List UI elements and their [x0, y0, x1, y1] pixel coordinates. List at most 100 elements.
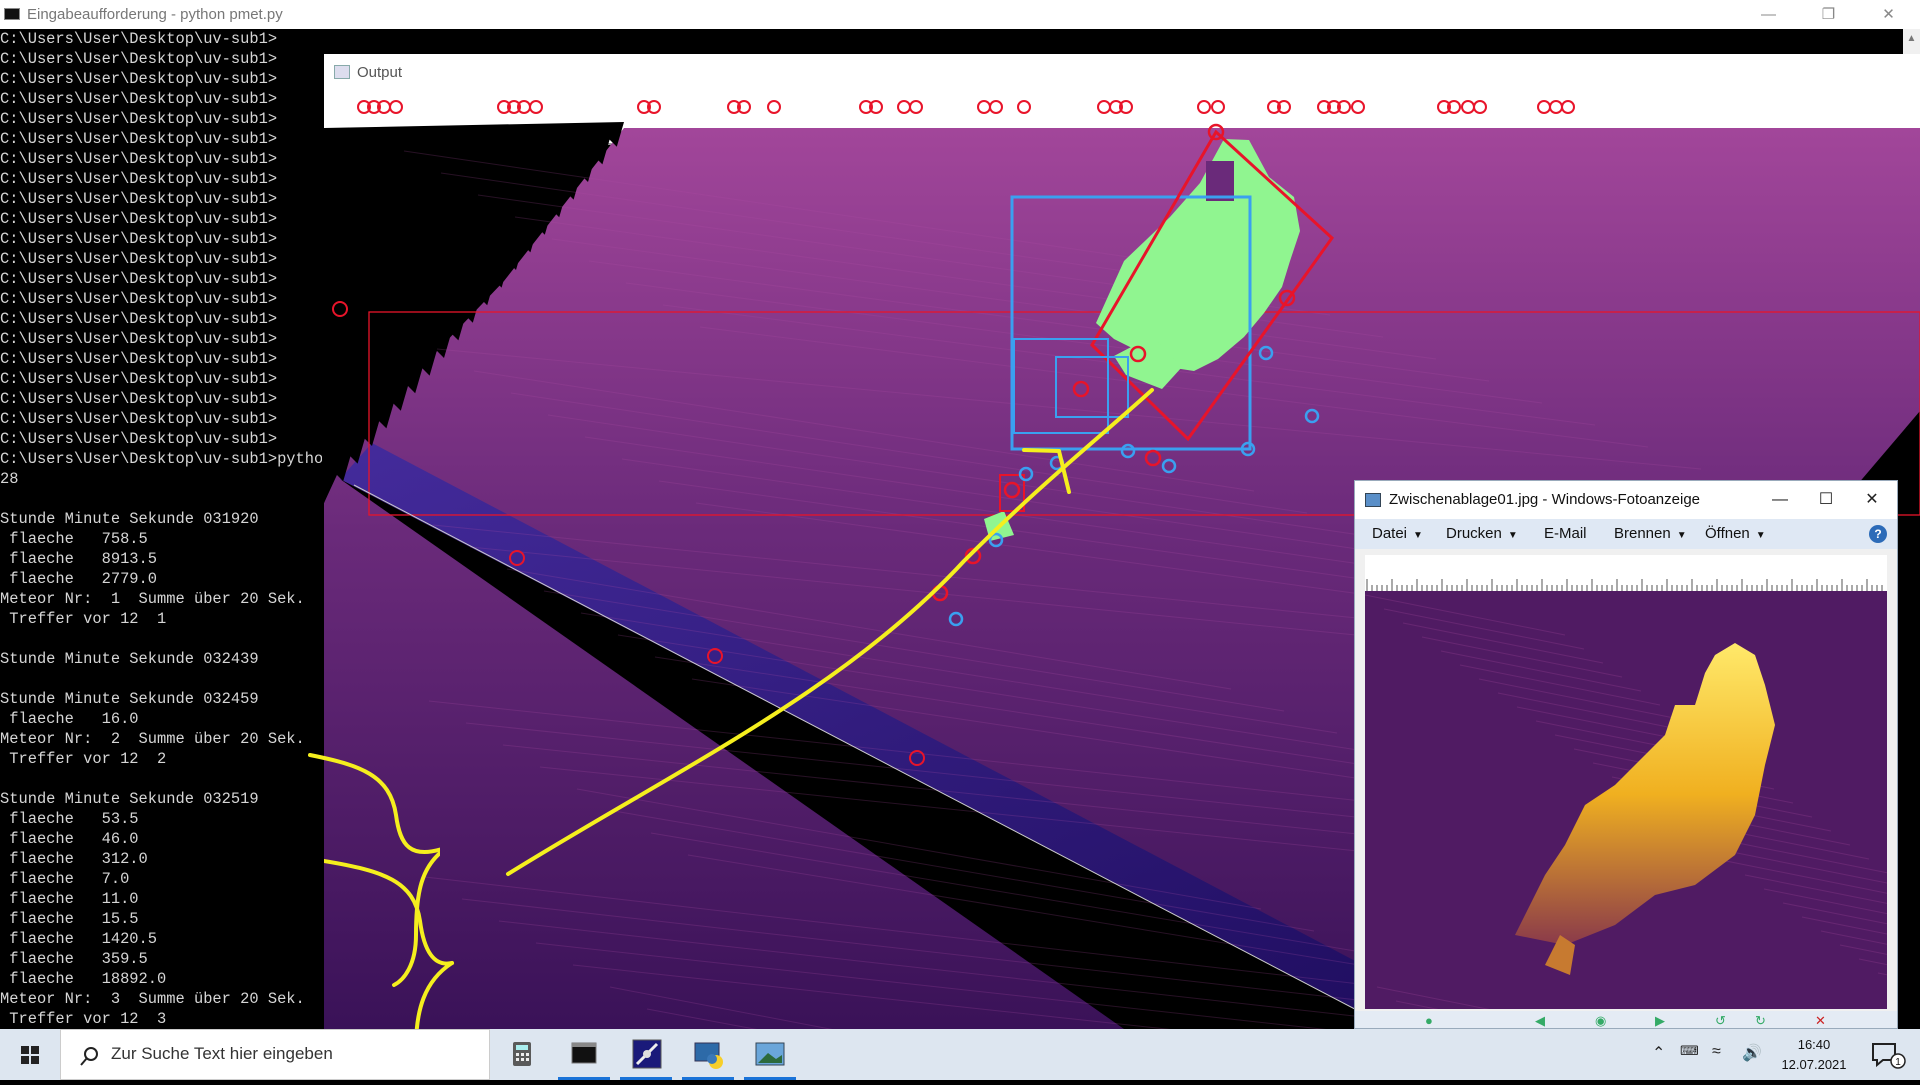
viewer-image: [1365, 555, 1887, 1009]
photo-viewer-window: Zwischenablage01.jpg - Windows-Fotoanzei…: [1354, 480, 1898, 1029]
next-icon[interactable]: ▶: [1655, 1013, 1665, 1028]
previous-icon[interactable]: ◀: [1535, 1013, 1545, 1028]
console-line: flaeche 16.0: [0, 710, 139, 728]
menu-brennen[interactable]: Brennen ▼: [1614, 525, 1687, 542]
console-line: flaeche 359.5: [0, 950, 148, 968]
console-icon: [4, 8, 20, 20]
console-line: C:\Users\User\Desktop\uv-sub1>: [0, 50, 278, 68]
viewer-titlebar: Zwischenablage01.jpg - Windows-Fotoanzei…: [1355, 481, 1897, 519]
console-output[interactable]: C:\Users\User\Desktop\uv-sub1> C:\Users\U…: [0, 29, 322, 1029]
zoom-icon[interactable]: ●: [1425, 1013, 1433, 1028]
viewer-minimize-button[interactable]: —: [1757, 481, 1803, 519]
console-line: Treffer vor 12 3: [0, 1010, 167, 1028]
console-line: C:\Users\User\Desktop\uv-sub1>: [0, 370, 278, 388]
console-line: flaeche 8913.5: [0, 550, 158, 568]
console-line: C:\Users\User\Desktop\uv-sub1>: [0, 30, 278, 48]
console-line: flaeche 312.0: [0, 850, 148, 868]
rotate-right-icon[interactable]: ↻: [1755, 1013, 1766, 1028]
console-line: C:\Users\User\Desktop\uv-sub1>: [0, 330, 278, 348]
taskbar-calculator[interactable]: [492, 1029, 552, 1080]
console-line: C:\Users\User\Desktop\uv-sub1>: [0, 190, 278, 208]
menu-email[interactable]: E-Mail: [1544, 525, 1587, 542]
taskbar-python[interactable]: [678, 1029, 738, 1080]
slideshow-icon[interactable]: ◉: [1595, 1013, 1606, 1028]
console-line: Stunde Minute Sekunde 032439: [0, 650, 259, 668]
output-title: Output: [357, 64, 403, 81]
wifi-icon[interactable]: ≈: [1712, 1043, 1721, 1061]
search-box[interactable]: Zur Suche Text hier eingeben: [60, 1029, 490, 1080]
console-line: flaeche 1420.5: [0, 930, 158, 948]
viewer-maximize-button[interactable]: ☐: [1803, 481, 1849, 519]
console-line: flaeche 18892.0: [0, 970, 167, 988]
photo-viewer-icon: [1365, 493, 1381, 507]
console-line: C:\Users\User\Desktop\uv-sub1>: [0, 310, 278, 328]
taskbar: Zur Suche Text hier eingeben ⌃ ⌨ ≈ 🔊 16:…: [0, 1029, 1920, 1080]
console-line: flaeche 46.0: [0, 830, 139, 848]
console-line: C:\Users\User\Desktop\uv-sub1>: [0, 350, 278, 368]
console-line: C:\Users\User\Desktop\uv-sub1>: [0, 130, 278, 148]
menu-drucken[interactable]: Drucken ▼: [1446, 525, 1518, 542]
console-titlebar: Eingabeaufforderung - python pmet.py — ❐…: [0, 0, 1920, 29]
console-line: C:\Users\User\Desktop\uv-sub1>: [0, 170, 278, 188]
notification-icon[interactable]: 1: [1870, 1041, 1906, 1069]
viewer-menubar: Datei ▼ Drucken ▼ E-Mail Brennen ▼ Öffnen ▼ …: [1355, 519, 1897, 549]
console-line: C:\Users\User\Desktop\uv-sub1>: [0, 410, 278, 428]
clock[interactable]: 16:40 12.07.2021: [1774, 1035, 1854, 1075]
console-line: C:\Users\User\Desktop\uv-sub1>: [0, 430, 278, 448]
menu-datei[interactable]: Datei ▼: [1372, 525, 1423, 542]
output-window-icon: [334, 65, 350, 79]
console-line: Treffer vor 12 2: [0, 750, 167, 768]
satellite-icon: [632, 1039, 662, 1069]
console-line: flaeche 7.0: [0, 870, 130, 888]
console-line: C:\Users\User\Desktop\uv-sub1>: [0, 290, 278, 308]
console-line: Stunde Minute Sekunde 032459: [0, 690, 259, 708]
start-button[interactable]: [0, 1029, 60, 1080]
taskbar-photo-viewer[interactable]: [740, 1029, 800, 1080]
console-line: C:\Users\User\Desktop\uv-sub1>python: [0, 450, 322, 468]
rotate-left-icon[interactable]: ↺: [1715, 1013, 1726, 1028]
console-title: Eingabeaufforderung - python pmet.py: [27, 6, 283, 23]
delete-icon[interactable]: ✕: [1815, 1013, 1826, 1028]
taskbar-satellite-app[interactable]: [616, 1029, 676, 1080]
viewer-title: Zwischenablage01.jpg - Windows-Fotoanzei…: [1389, 491, 1701, 508]
output-titlebar: Output: [324, 54, 1920, 91]
console-line: C:\Users\User\Desktop\uv-sub1>: [0, 150, 278, 168]
restore-button[interactable]: ❐: [1806, 0, 1851, 29]
console-line: C:\Users\User\Desktop\uv-sub1>: [0, 250, 278, 268]
clock-time: 16:40: [1797, 1037, 1831, 1052]
clock-date: 12.07.2021: [1781, 1057, 1847, 1072]
console-line: C:\Users\User\Desktop\uv-sub1>: [0, 110, 278, 128]
notification-count: 1: [1895, 1057, 1901, 1068]
help-icon[interactable]: ?: [1869, 525, 1887, 543]
scroll-up-icon[interactable]: ▲: [1903, 33, 1920, 44]
chevron-down-icon: ▼: [1755, 530, 1766, 541]
console-line: Stunde Minute Sekunde 031920: [0, 510, 259, 528]
chevron-up-icon[interactable]: ⌃: [1652, 1043, 1665, 1063]
chevron-down-icon: ▼: [1413, 530, 1423, 541]
python-icon: [694, 1042, 723, 1069]
input-method-icon[interactable]: ⌨: [1680, 1043, 1699, 1059]
menu-email-label: E-Mail: [1544, 525, 1587, 542]
viewer-ruler: [1365, 555, 1887, 591]
taskbar-terminal[interactable]: [554, 1029, 614, 1080]
menu-brennen-label: Brennen: [1614, 525, 1671, 542]
menu-oeffnen[interactable]: Öffnen ▼: [1705, 525, 1766, 542]
speaker-icon[interactable]: 🔊: [1742, 1043, 1762, 1063]
viewer-close-button[interactable]: ✕: [1849, 481, 1895, 519]
annotation-brace-line: [308, 753, 440, 987]
console-line: flaeche 758.5: [0, 530, 148, 548]
search-icon: [80, 1047, 98, 1066]
console-line: Stunde Minute Sekunde 032519: [0, 790, 259, 808]
console-line: flaeche 15.5: [0, 910, 139, 928]
meteor-gap: [1206, 161, 1234, 201]
minimize-button[interactable]: —: [1746, 0, 1791, 29]
close-button[interactable]: ✕: [1866, 0, 1911, 29]
console-line: flaeche 11.0: [0, 890, 139, 908]
search-placeholder: Zur Suche Text hier eingeben: [111, 1044, 333, 1063]
console-line: C:\Users\User\Desktop\uv-sub1>: [0, 270, 278, 288]
calculator-icon: [513, 1042, 531, 1066]
console-line: Treffer vor 12 1: [0, 610, 167, 628]
